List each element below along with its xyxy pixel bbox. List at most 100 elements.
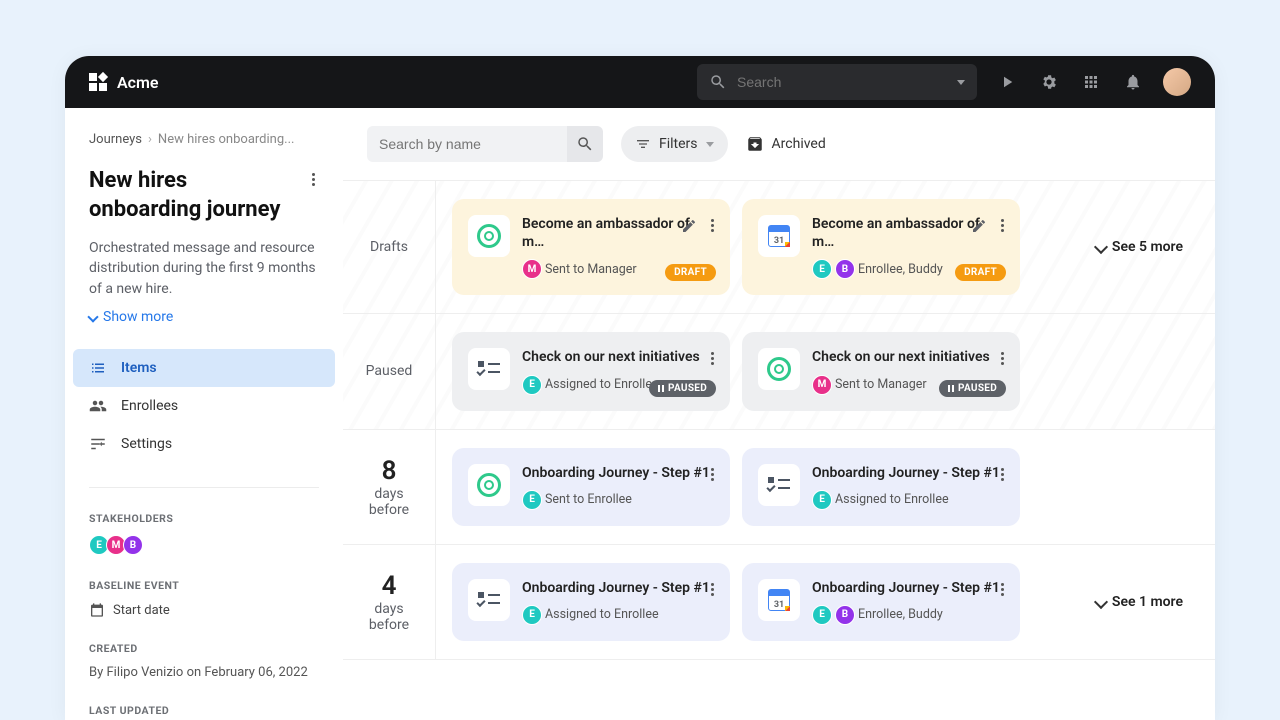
toolbar: Filters Archived — [343, 108, 1215, 180]
name-search-input[interactable] — [379, 136, 560, 152]
content: Drafts Become an ambassador of m… M Sent… — [343, 180, 1215, 720]
section-cards: Onboarding Journey - Step #1 E Sent to E… — [435, 430, 1215, 544]
task-icon — [478, 361, 500, 377]
chip-E: E — [522, 375, 542, 395]
card-meta: E Sent to Enrollee — [522, 490, 714, 510]
card-meta: E Assigned to Enrollee — [522, 605, 714, 625]
nav-settings[interactable]: Settings — [73, 425, 335, 463]
chip-M: M — [522, 259, 542, 279]
nav-items[interactable]: Items — [73, 349, 335, 387]
card-more-menu[interactable] — [707, 577, 718, 602]
chip-E: E — [812, 259, 832, 279]
chip-E: E — [522, 490, 542, 510]
brand-logo[interactable]: Acme — [89, 73, 159, 92]
archived-button[interactable]: Archived — [746, 135, 826, 153]
edit-icon[interactable] — [681, 218, 697, 234]
card-title: Check on our next initiatives — [812, 348, 1004, 366]
card-title: Onboarding Journey - Step #1 — [522, 464, 714, 482]
card-more-menu[interactable] — [707, 462, 718, 487]
show-more-button[interactable]: Show more — [89, 309, 319, 325]
chip-B: B — [835, 605, 855, 625]
sidebar-nav: Items Enrollees Settings — [65, 349, 343, 463]
chevron-down-icon — [1094, 240, 1108, 254]
chip-B: B — [835, 259, 855, 279]
section-row: Drafts Become an ambassador of m… M Sent… — [343, 181, 1215, 314]
section-row: 4daysbefore Onboarding Journey - Step #1… — [343, 545, 1215, 660]
baseline-value: Start date — [89, 602, 319, 618]
chevron-down-icon — [1094, 595, 1108, 609]
name-search[interactable] — [367, 126, 567, 162]
chevron-right-icon: › — [148, 132, 152, 147]
chip-E: E — [522, 605, 542, 625]
chip-M: M — [812, 375, 832, 395]
stakeholders-label: STAKEHOLDERS — [89, 512, 319, 525]
card-more-menu[interactable] — [997, 213, 1008, 238]
journey-card[interactable]: Become an ambassador of m… M Sent to Man… — [452, 199, 730, 295]
journey-card[interactable]: Onboarding Journey - Step #1 E Sent to E… — [452, 448, 730, 526]
global-search-input[interactable] — [737, 74, 947, 90]
card-type-icon — [758, 215, 800, 257]
see-more-button[interactable]: See 1 more — [1096, 594, 1183, 610]
card-type-icon — [758, 464, 800, 506]
section-row: 8daysbefore Onboarding Journey - Step #1… — [343, 430, 1215, 545]
card-title: Onboarding Journey - Step #1 — [812, 464, 1004, 482]
list-icon — [89, 359, 107, 377]
journey-card[interactable]: Become an ambassador of m… EB Enrollee, … — [742, 199, 1020, 295]
filters-button[interactable]: Filters — [621, 126, 728, 162]
main-panel: Filters Archived Drafts Become an ambass… — [343, 108, 1215, 720]
card-type-icon — [468, 215, 510, 257]
journey-card[interactable]: Check on our next initiatives M Sent to … — [742, 332, 1020, 410]
card-more-menu[interactable] — [707, 213, 718, 238]
created-value: By Filipo Venizio on February 06, 2022 — [89, 665, 319, 680]
section-cards: Check on our next initiatives E Assigned… — [435, 314, 1215, 428]
card-more-menu[interactable] — [997, 462, 1008, 487]
name-search-button[interactable] — [567, 126, 603, 162]
search-icon — [576, 135, 594, 153]
journey-card[interactable]: Check on our next initiatives E Assigned… — [452, 332, 730, 410]
journey-card[interactable]: Onboarding Journey - Step #1 EB Enrollee… — [742, 563, 1020, 641]
card-meta: EB Enrollee, Buddy — [812, 605, 1004, 625]
edit-icon[interactable] — [971, 218, 987, 234]
calendar-icon — [768, 589, 790, 611]
calendar-icon — [768, 225, 790, 247]
search-dropdown-icon[interactable] — [957, 80, 965, 85]
global-search[interactable] — [697, 64, 977, 100]
card-title: Onboarding Journey - Step #1 — [522, 579, 714, 597]
card-more-menu[interactable] — [707, 346, 718, 371]
journey-title: New hires onboarding journey — [89, 167, 300, 224]
stakeholder-chips: E M B — [89, 535, 319, 555]
section-row: Paused Check on our next initiatives E A… — [343, 314, 1215, 429]
target-icon — [477, 224, 501, 248]
archive-icon — [746, 135, 764, 153]
logo-icon — [89, 73, 107, 91]
section-label: Paused — [343, 314, 435, 428]
card-more-menu[interactable] — [997, 577, 1008, 602]
nav-enrollees[interactable]: Enrollees — [73, 387, 335, 425]
breadcrumb-root[interactable]: Journeys — [89, 132, 142, 147]
card-type-icon — [468, 579, 510, 621]
people-icon — [89, 397, 107, 415]
settings-button[interactable] — [1037, 70, 1061, 94]
card-type-icon — [468, 464, 510, 506]
tune-icon — [89, 435, 107, 453]
user-avatar[interactable] — [1163, 68, 1191, 96]
section-cards: Become an ambassador of m… M Sent to Man… — [435, 181, 1215, 313]
journey-card[interactable]: Onboarding Journey - Step #1 E Assigned … — [742, 448, 1020, 526]
created-label: CREATED — [89, 642, 319, 655]
topbar: Acme — [65, 56, 1215, 108]
section-label: Drafts — [343, 181, 435, 313]
paused-badge: PAUSED — [939, 380, 1006, 397]
notifications-button[interactable] — [1121, 70, 1145, 94]
journey-card[interactable]: Onboarding Journey - Step #1 E Assigned … — [452, 563, 730, 641]
chip-E: E — [812, 490, 832, 510]
paused-badge: PAUSED — [649, 380, 716, 397]
journey-more-menu[interactable] — [308, 167, 319, 192]
draft-badge: DRAFT — [665, 264, 716, 281]
journey-description: Orchestrated message and resource distri… — [89, 238, 319, 299]
apps-button[interactable] — [1079, 70, 1103, 94]
filter-icon — [635, 136, 651, 152]
card-more-menu[interactable] — [997, 346, 1008, 371]
breadcrumb-current: New hires onboarding... — [158, 132, 295, 147]
play-button[interactable] — [995, 70, 1019, 94]
see-more-button[interactable]: See 5 more — [1096, 239, 1183, 255]
